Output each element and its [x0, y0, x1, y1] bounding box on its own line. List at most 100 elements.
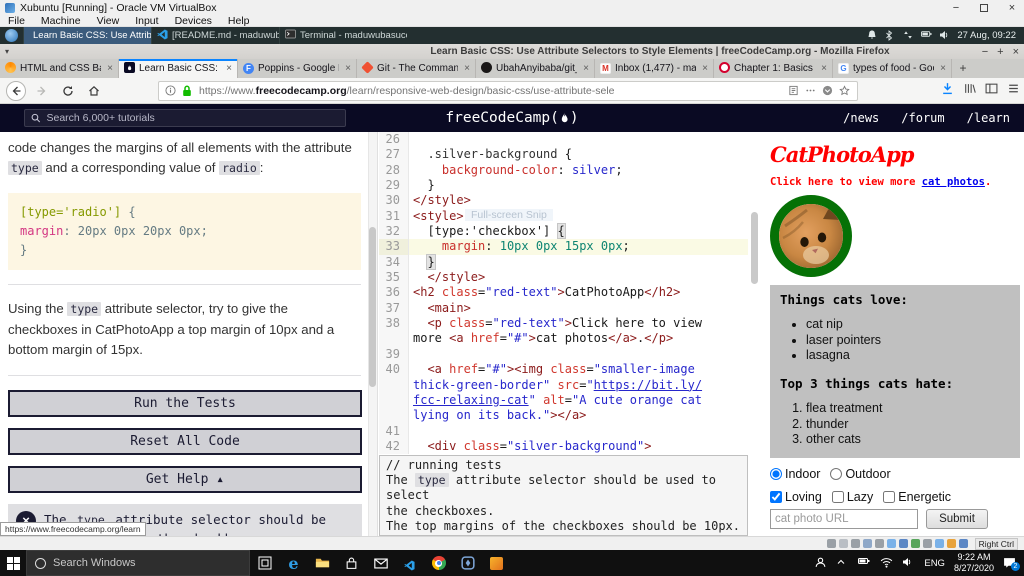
ff-close-button[interactable]: ×	[1013, 46, 1019, 58]
tab-close-icon[interactable]: ×	[938, 63, 946, 74]
mouse-icon[interactable]	[922, 539, 932, 548]
checkbox-option[interactable]: Energetic	[883, 490, 951, 504]
fcc-search-box[interactable]	[24, 109, 346, 127]
recording-icon[interactable]	[910, 539, 920, 548]
bluetooth-icon[interactable]	[885, 30, 896, 41]
vbox-icon[interactable]	[453, 550, 482, 576]
page-actions-icon[interactable]	[805, 85, 817, 97]
menu-hamburger-icon[interactable]	[1007, 82, 1020, 100]
checkbox-loving[interactable]	[770, 490, 782, 503]
editor-line[interactable]: 36 <h2 class="red-text">CatPhotoApp</h2>	[379, 285, 748, 301]
url-text[interactable]: https://www.freecodecamp.org/learn/respo…	[199, 85, 783, 97]
lesson-scrollbar[interactable]	[368, 132, 377, 536]
code-editor[interactable]: 26 27 .silver-background {28 background-c…	[379, 132, 748, 455]
shared-folders-icon[interactable]	[886, 539, 896, 548]
explorer-icon[interactable]	[308, 550, 337, 576]
chevron-up-icon[interactable]	[836, 557, 849, 569]
battery-icon[interactable]	[921, 30, 932, 41]
bell-icon[interactable]	[867, 30, 878, 41]
pocket-icon[interactable]	[822, 85, 834, 97]
checkbox-option[interactable]: Loving	[770, 490, 822, 504]
get-help-button[interactable]: Get Help ▴	[8, 465, 362, 493]
tab-close-icon[interactable]: ×	[224, 63, 232, 74]
editor-line[interactable]: 38 <p class="red-text">Click here to vie…	[379, 316, 748, 332]
browser-tab[interactable]: F Poppins - Google Fonts ×	[238, 59, 357, 78]
xfce-task-button[interactable]: [README.md - maduwubasu...	[151, 27, 279, 44]
vbox-restore-button[interactable]	[980, 3, 988, 12]
ff-maximize-button[interactable]: +	[997, 46, 1003, 58]
tab-close-icon[interactable]: ×	[105, 63, 113, 74]
language-indicator[interactable]: ENG	[924, 558, 945, 569]
edge-icon[interactable]: e	[279, 550, 308, 576]
reader-mode-icon[interactable]	[788, 85, 800, 97]
vbox-menu-input[interactable]: Input	[135, 15, 158, 27]
hdd-icon[interactable]	[826, 539, 836, 548]
volume-icon[interactable]	[902, 557, 915, 569]
taskbar-clock[interactable]: 9:22 AM 8/27/2020	[954, 552, 994, 574]
fcc-nav-learn[interactable]: /learn	[967, 111, 1010, 125]
action-center-icon[interactable]: 2	[1003, 557, 1020, 571]
editor-line[interactable]: fcc-relaxing-cat" alt="A cute orange cat	[379, 392, 748, 409]
usb-icon[interactable]	[874, 539, 884, 548]
radio-option[interactable]: Outdoor	[830, 467, 891, 481]
ff-minimize-button[interactable]: −	[982, 46, 988, 58]
keyboard-icon[interactable]	[934, 539, 944, 548]
fcc-nav-news[interactable]: /news	[843, 111, 879, 125]
battery-icon[interactable]	[858, 557, 871, 569]
browser-tab[interactable]: Learn Basic CSS: Use At ×	[119, 59, 238, 78]
vbox-menu-help[interactable]: Help	[228, 15, 250, 27]
editor-line[interactable]: 28 background-color: silver;	[379, 162, 748, 179]
run-tests-button[interactable]: Run the Tests	[8, 389, 362, 417]
browser-tab[interactable]: Chapter 1: Basics and N ×	[714, 59, 833, 78]
taskview-icon[interactable]	[250, 550, 279, 576]
editor-line[interactable]: 41	[379, 423, 748, 439]
vbox-menu-view[interactable]: View	[97, 15, 120, 27]
editor-line[interactable]: 35 </style>	[379, 270, 748, 286]
radio-option[interactable]: Indoor	[770, 467, 820, 481]
audio-icon[interactable]	[850, 539, 860, 548]
mail-icon[interactable]	[366, 550, 395, 576]
splitter-handle[interactable]	[751, 212, 758, 284]
editor-line[interactable]: 42 <div class="silver-background">	[379, 438, 748, 455]
bookmark-star-icon[interactable]	[839, 85, 851, 97]
browser-tab[interactable]: Git - The Command Line ×	[357, 59, 476, 78]
volume-icon[interactable]	[939, 30, 950, 41]
wifi-icon[interactable]	[880, 557, 893, 569]
tab-close-icon[interactable]: ×	[700, 63, 708, 74]
browser-tab[interactable]: Gtypes of food - Google S ×	[833, 59, 952, 78]
editor-line[interactable]: 26	[379, 132, 748, 148]
radio-indoor[interactable]	[770, 467, 782, 480]
sidebar-icon[interactable]	[985, 82, 998, 100]
xfce-clock[interactable]: 27 Aug, 09:22	[957, 30, 1016, 41]
xfce-task-button[interactable]: Learn Basic CSS: Use Attribu...	[23, 27, 151, 44]
tab-close-icon[interactable]: ×	[581, 63, 589, 74]
editor-line[interactable]: more <a href="#">cat photos</a>.</p>	[379, 331, 748, 347]
editor-line[interactable]: thick-green-border" src="https://bit.ly/	[379, 377, 748, 393]
cat-photos-link[interactable]: cat photos	[922, 176, 985, 188]
editor-line[interactable]: lying on its back."></a>	[379, 408, 748, 424]
browser-tab[interactable]: UbahAnyibaba/git_test ×	[476, 59, 595, 78]
home-button[interactable]	[84, 81, 104, 101]
pane-splitter[interactable]	[748, 132, 762, 536]
reload-button[interactable]	[58, 81, 78, 101]
download-icon[interactable]	[941, 82, 954, 100]
browser-tab[interactable]: HTML and CSS Basics | ×	[0, 59, 119, 78]
new-tab-button[interactable]: +	[952, 59, 974, 78]
back-button[interactable]	[6, 81, 26, 101]
vbox-minimize-button[interactable]: −	[950, 2, 962, 14]
fcc-search-input[interactable]	[46, 112, 339, 124]
checkbox-energetic[interactable]	[883, 490, 896, 503]
editor-line[interactable]: 37 <main>	[379, 300, 748, 317]
vscode-icon[interactable]	[395, 550, 424, 576]
token[interactable]: https://bit.ly/	[594, 378, 702, 392]
checkbox-option[interactable]: Lazy	[831, 490, 873, 504]
editor-line[interactable]: 34 }	[379, 253, 748, 271]
editor-line[interactable]: 32 [type:'checkbox'] {	[379, 223, 748, 240]
vbox-menu-devices[interactable]: Devices	[175, 15, 212, 27]
xfce-task-button[interactable]: Terminal - maduwubasucces...	[279, 27, 407, 44]
editor-line[interactable]: 39	[379, 346, 748, 363]
vbox-menu-machine[interactable]: Machine	[41, 15, 81, 27]
reset-code-button[interactable]: Reset All Code	[8, 427, 362, 455]
vbox-close-button[interactable]: ×	[1006, 2, 1018, 14]
tab-close-icon[interactable]: ×	[343, 63, 351, 74]
